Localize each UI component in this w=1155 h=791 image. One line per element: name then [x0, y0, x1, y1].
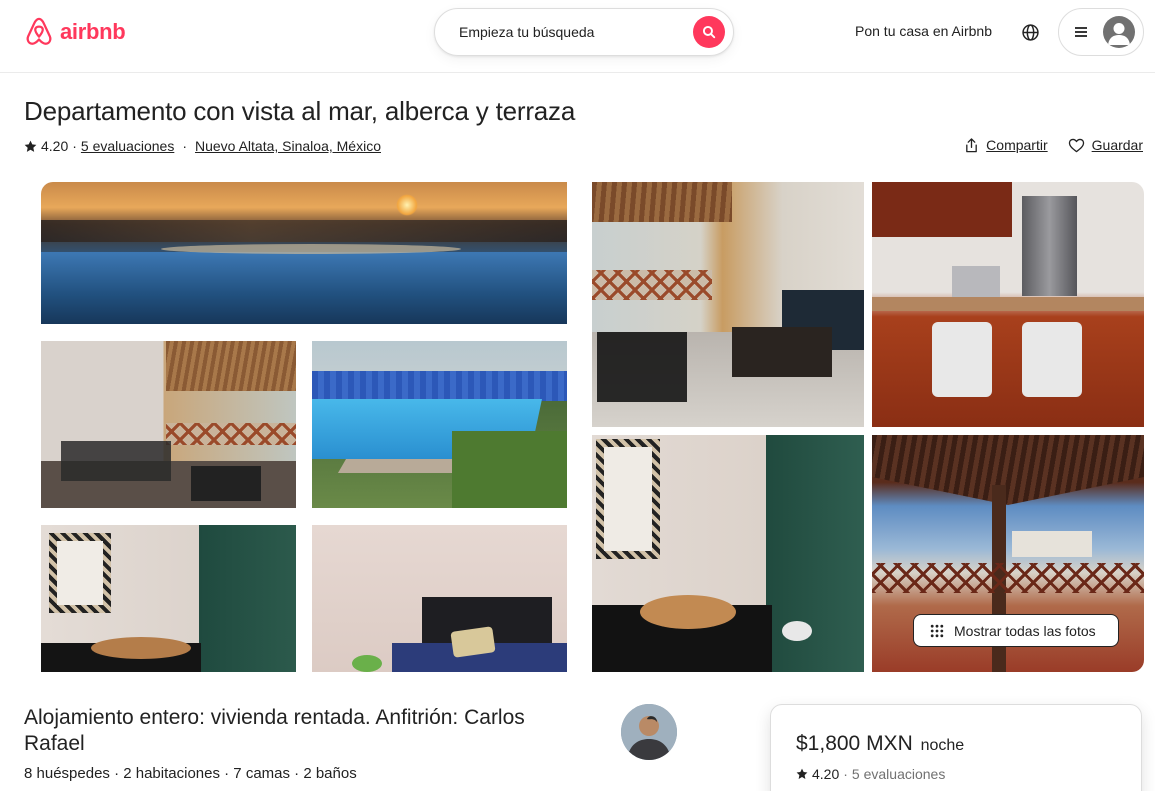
price-per-night: $1,800 MXN noche: [796, 732, 964, 756]
photo-plunge-pool[interactable]: [312, 341, 567, 508]
photo-kitchen[interactable]: [872, 182, 1144, 427]
user-avatar-icon: [1103, 16, 1135, 48]
language-button[interactable]: [1019, 21, 1041, 43]
share-icon: [966, 137, 978, 152]
listing-meta: 4.20 · 5 evaluaciones · Nuevo Altata, Si…: [24, 137, 381, 155]
host-avatar[interactable]: [621, 704, 677, 760]
meta-separator: ·: [72, 138, 77, 154]
heart-icon: [1068, 138, 1084, 152]
airbnb-logo-icon: [26, 17, 52, 45]
listing-actions: Compartir Guardar: [964, 137, 1143, 153]
photo-terrace-dining[interactable]: [41, 341, 296, 508]
booking-reviews-link[interactable]: 5 evaluaciones: [852, 766, 945, 782]
photo-bedroom[interactable]: [312, 525, 567, 672]
star-icon: [24, 140, 37, 152]
grid-dots-icon: [930, 624, 944, 637]
logo-text: airbnb: [60, 19, 126, 44]
booking-rating-value: 4.20: [812, 766, 840, 782]
save-label: Guardar: [1091, 137, 1143, 153]
star-icon: [796, 768, 808, 779]
listing-rating: 4.20: [41, 138, 69, 154]
share-button[interactable]: Compartir: [964, 137, 1048, 153]
booking-card: $1,800 MXN noche 4.20 · 5 evaluaciones: [770, 704, 1142, 791]
save-button[interactable]: Guardar: [1068, 137, 1143, 153]
share-label: Compartir: [986, 137, 1048, 153]
photo-bathroom-detail[interactable]: [592, 435, 864, 672]
photo-living-room[interactable]: [592, 182, 864, 427]
price-unit: noche: [920, 737, 965, 754]
meta-separator: ·: [182, 138, 187, 154]
hamburger-icon: [1075, 27, 1087, 37]
search-placeholder: Empieza tu búsqueda: [459, 24, 595, 40]
search-button[interactable]: [693, 16, 725, 48]
search-bar[interactable]: Empieza tu búsqueda: [434, 8, 734, 56]
listing-subtitle: Alojamiento entero: vivienda rentada. An…: [24, 706, 525, 755]
airbnb-logo[interactable]: airbnb: [24, 16, 126, 48]
photo-bathroom[interactable]: [41, 525, 296, 672]
location-link[interactable]: Nuevo Altata, Sinaloa, México: [195, 138, 381, 154]
become-host-link[interactable]: Pon tu casa en Airbnb: [855, 23, 992, 39]
top-navigation: airbnb Empieza tu búsqueda Pon tu casa e…: [0, 0, 1155, 73]
price-value: $1,800 MXN: [796, 732, 913, 755]
photo-pool-sunset[interactable]: [41, 182, 567, 324]
reviews-link[interactable]: 5 evaluaciones: [81, 138, 174, 154]
booking-separator: ·: [843, 766, 848, 782]
show-all-photos-button[interactable]: Mostrar todas las fotos: [913, 614, 1119, 647]
search-icon: [702, 25, 716, 39]
booking-rating: 4.20 · 5 evaluaciones: [796, 766, 945, 782]
listing-details: 8 huéspedes · 2 habitaciones · 7 camas ·…: [24, 765, 357, 782]
globe-icon: [1021, 23, 1039, 41]
user-menu-button[interactable]: [1058, 8, 1144, 56]
show-all-photos-label: Mostrar todas las fotos: [954, 622, 1096, 639]
listing-title: Departamento con vista al mar, alberca y…: [24, 96, 576, 126]
